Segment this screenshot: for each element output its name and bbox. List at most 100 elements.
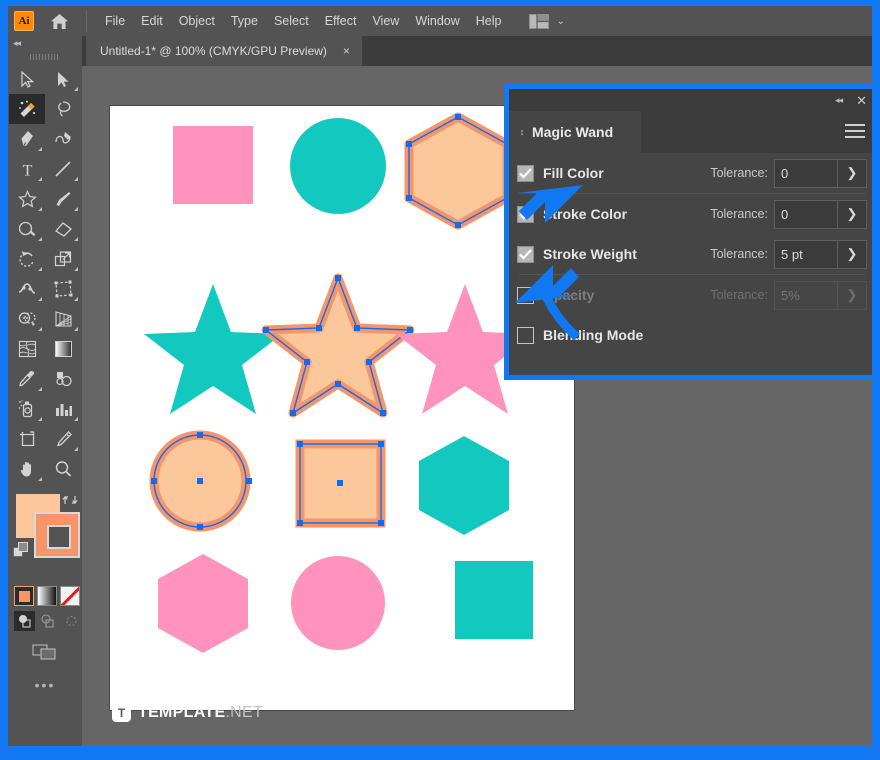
slice-tool[interactable] <box>45 424 81 454</box>
shape-star-tool[interactable] <box>9 184 45 214</box>
toolbar-drag-handle[interactable] <box>8 50 82 64</box>
hand-tool[interactable] <box>9 454 45 484</box>
zoom-tool[interactable] <box>45 454 81 484</box>
workspace-layout-icon[interactable] <box>528 13 550 29</box>
tool-flyout-indicator <box>38 417 42 421</box>
width-tool[interactable] <box>9 274 45 304</box>
direct-selection-tool[interactable] <box>45 64 81 94</box>
illustrator-window: Ai File Edit Object Type Select Effect V… <box>0 0 880 760</box>
ai-logo: Ai <box>14 11 34 31</box>
watermark-name: TEMPLATE <box>138 703 226 721</box>
opacity-label: Opacity <box>543 287 595 303</box>
row-fill-color: Fill Color Tolerance: 0 ❯ <box>509 153 872 193</box>
scale-tool[interactable] <box>45 244 81 274</box>
panel-title: Magic Wand <box>532 124 614 140</box>
menu-item-effect[interactable]: Effect <box>317 6 365 36</box>
toolbar-collapse-button[interactable]: ◂◂ <box>8 36 82 50</box>
tool-grid: T <box>8 64 82 484</box>
draw-inside-button[interactable] <box>61 611 82 631</box>
template-badge-icon: T <box>112 703 131 722</box>
draw-mode-row <box>8 611 82 631</box>
tool-flyout-indicator <box>74 447 78 451</box>
menu-item-select[interactable]: Select <box>266 6 317 36</box>
blend-tool[interactable] <box>45 364 81 394</box>
tab-magic-wand[interactable]: ↕ Magic Wand <box>509 111 641 153</box>
rotate-tool[interactable] <box>9 244 45 274</box>
chevron-down-icon[interactable]: ⌄ <box>557 16 565 27</box>
close-icon[interactable]: × <box>343 44 350 58</box>
artboard-tool[interactable] <box>9 424 45 454</box>
menu-item-view[interactable]: View <box>364 6 407 36</box>
opacity-checkbox[interactable] <box>517 286 534 304</box>
menu-item-type[interactable]: Type <box>223 6 266 36</box>
panel-resize-icon[interactable]: ↕ <box>515 127 529 137</box>
menu-item-help[interactable]: Help <box>468 6 510 36</box>
color-swatch-button[interactable] <box>14 586 34 606</box>
eyedropper-tool[interactable] <box>9 364 45 394</box>
tool-flyout-indicator <box>74 237 78 241</box>
square-pink <box>173 126 253 204</box>
none-swatch-button[interactable] <box>60 586 80 606</box>
pen-tool[interactable] <box>9 124 45 154</box>
chevron-right-icon[interactable]: ❯ <box>837 199 867 229</box>
shaper-tool[interactable] <box>9 214 45 244</box>
selection-tool[interactable] <box>9 64 45 94</box>
chevron-right-icon[interactable]: ❯ <box>837 239 867 269</box>
free-transform-tool[interactable] <box>45 274 81 304</box>
chevron-right-icon[interactable]: ❯ <box>837 158 867 188</box>
column-graph-tool[interactable] <box>45 394 81 424</box>
swap-fill-stroke-icon[interactable] <box>62 492 78 508</box>
edit-toolbar-button[interactable]: ••• <box>8 677 82 693</box>
circle-peach-selected <box>149 430 252 532</box>
document-tab[interactable]: Untitled-1* @ 100% (CMYK/GPU Preview) × <box>86 36 362 66</box>
blending-mode-checkbox[interactable] <box>517 326 534 344</box>
fill-color-tolerance-value[interactable]: 0 <box>774 158 837 188</box>
stroke-color-swatch[interactable] <box>34 512 80 558</box>
paintbrush-tool[interactable] <box>45 184 81 214</box>
eraser-tool[interactable] <box>45 214 81 244</box>
change-screen-mode-icon[interactable] <box>8 641 82 663</box>
draw-behind-button[interactable] <box>37 611 58 631</box>
mesh-tool[interactable] <box>9 334 45 364</box>
stroke-weight-tolerance-value[interactable]: 5 pt <box>774 239 837 269</box>
menu-item-window[interactable]: Window <box>407 6 467 36</box>
menu-item-edit[interactable]: Edit <box>133 6 171 36</box>
stroke-weight-tolerance-field[interactable]: 5 pt ❯ <box>774 239 867 269</box>
home-icon[interactable] <box>46 6 72 36</box>
hexagon-peach-selected <box>404 112 512 230</box>
symbol-sprayer-tool[interactable] <box>9 394 45 424</box>
fill-stroke-controls <box>8 490 82 582</box>
tool-flyout-indicator <box>74 207 78 211</box>
stroke-color-checkbox[interactable] <box>517 205 534 223</box>
tools-panel: ◂◂ T ••• <box>8 36 82 746</box>
stroke-color-label: Stroke Color <box>543 206 628 222</box>
app-frame: Ai File Edit Object Type Select Effect V… <box>8 6 872 746</box>
magic-wand-tool[interactable] <box>9 94 45 124</box>
fill-color-tolerance-label: Tolerance: <box>710 166 768 180</box>
menu-item-file[interactable]: File <box>97 6 133 36</box>
menu-item-object[interactable]: Object <box>171 6 223 36</box>
panel-collapse-icon[interactable]: ◂◂ <box>835 95 843 106</box>
shape-builder-tool[interactable] <box>9 304 45 334</box>
fill-color-tolerance-field[interactable]: 0 ❯ <box>774 158 867 188</box>
line-segment-tool[interactable] <box>45 154 81 184</box>
default-fill-stroke-icon[interactable] <box>13 542 29 558</box>
draw-normal-button[interactable] <box>14 611 36 631</box>
paint-mode-row <box>8 586 82 606</box>
curvature-tool[interactable] <box>45 124 81 154</box>
opacity-tolerance-value: 5% <box>774 280 837 310</box>
square-peach-selected <box>295 439 386 528</box>
circle-teal <box>290 118 386 214</box>
panel-close-icon[interactable]: ✕ <box>856 94 867 107</box>
stroke-color-tolerance-value[interactable]: 0 <box>774 199 837 229</box>
perspective-grid-tool[interactable] <box>45 304 81 334</box>
panel-menu-icon[interactable] <box>845 124 865 142</box>
type-tool[interactable]: T <box>9 154 45 184</box>
star-peach-selected <box>261 273 415 418</box>
stroke-weight-checkbox[interactable] <box>517 245 534 263</box>
fill-color-checkbox[interactable] <box>517 164 534 182</box>
gradient-tool[interactable] <box>45 334 81 364</box>
stroke-color-tolerance-field[interactable]: 0 ❯ <box>774 199 867 229</box>
gradient-swatch-button[interactable] <box>37 586 57 606</box>
lasso-tool[interactable] <box>45 94 81 124</box>
